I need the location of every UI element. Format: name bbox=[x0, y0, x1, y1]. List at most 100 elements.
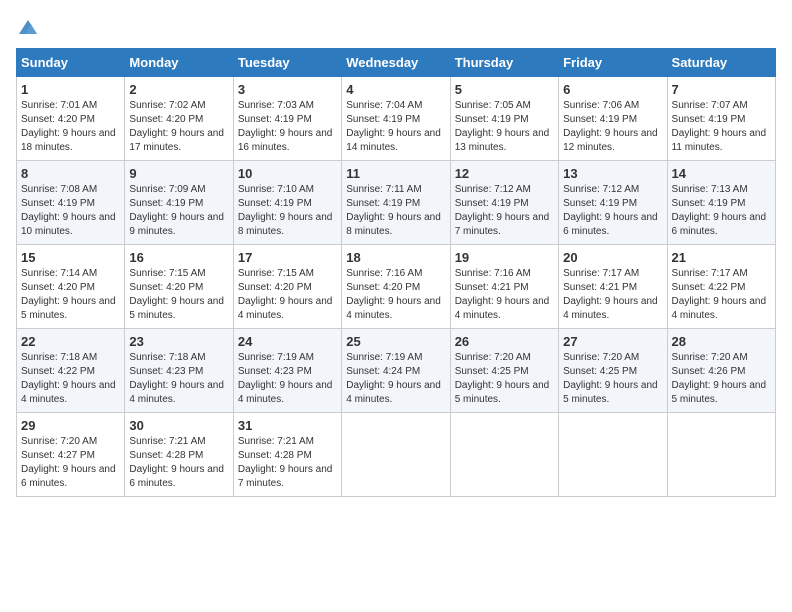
sunset-label: Sunset: 4:27 PM bbox=[21, 450, 95, 461]
sunset-label: Sunset: 4:24 PM bbox=[346, 366, 420, 377]
calendar-day-29: 29 Sunrise: 7:20 AM Sunset: 4:27 PM Dayl… bbox=[17, 413, 125, 497]
day-info: Sunrise: 7:11 AM Sunset: 4:19 PM Dayligh… bbox=[346, 183, 445, 239]
sunrise-label: Sunrise: 7:16 AM bbox=[346, 268, 422, 279]
weekday-header-sunday: Sunday bbox=[17, 49, 125, 77]
sunset-label: Sunset: 4:19 PM bbox=[563, 114, 637, 125]
daylight-label: Daylight: 9 hours and 5 minutes. bbox=[129, 296, 224, 321]
sunrise-label: Sunrise: 7:15 AM bbox=[129, 268, 205, 279]
calendar-day-9: 9 Sunrise: 7:09 AM Sunset: 4:19 PM Dayli… bbox=[125, 161, 233, 245]
page-header bbox=[16, 16, 776, 38]
daylight-label: Daylight: 9 hours and 4 minutes. bbox=[238, 380, 333, 405]
daylight-label: Daylight: 9 hours and 4 minutes. bbox=[455, 296, 550, 321]
sunset-label: Sunset: 4:19 PM bbox=[672, 114, 746, 125]
day-info: Sunrise: 7:15 AM Sunset: 4:20 PM Dayligh… bbox=[238, 267, 337, 323]
daylight-label: Daylight: 9 hours and 17 minutes. bbox=[129, 128, 224, 153]
day-info: Sunrise: 7:20 AM Sunset: 4:27 PM Dayligh… bbox=[21, 435, 120, 491]
weekday-header-monday: Monday bbox=[125, 49, 233, 77]
calendar-day-6: 6 Sunrise: 7:06 AM Sunset: 4:19 PM Dayli… bbox=[559, 77, 667, 161]
daylight-label: Daylight: 9 hours and 14 minutes. bbox=[346, 128, 441, 153]
sunrise-label: Sunrise: 7:07 AM bbox=[672, 100, 748, 111]
sunset-label: Sunset: 4:23 PM bbox=[238, 366, 312, 377]
sunset-label: Sunset: 4:19 PM bbox=[238, 198, 312, 209]
day-number: 25 bbox=[346, 334, 445, 349]
weekday-header-wednesday: Wednesday bbox=[342, 49, 450, 77]
daylight-label: Daylight: 9 hours and 7 minutes. bbox=[238, 464, 333, 489]
weekday-header-row: SundayMondayTuesdayWednesdayThursdayFrid… bbox=[17, 49, 776, 77]
day-info: Sunrise: 7:18 AM Sunset: 4:23 PM Dayligh… bbox=[129, 351, 228, 407]
sunset-label: Sunset: 4:19 PM bbox=[672, 198, 746, 209]
day-info: Sunrise: 7:02 AM Sunset: 4:20 PM Dayligh… bbox=[129, 99, 228, 155]
day-info: Sunrise: 7:18 AM Sunset: 4:22 PM Dayligh… bbox=[21, 351, 120, 407]
day-info: Sunrise: 7:20 AM Sunset: 4:26 PM Dayligh… bbox=[672, 351, 771, 407]
calendar-week-2: 8 Sunrise: 7:08 AM Sunset: 4:19 PM Dayli… bbox=[17, 161, 776, 245]
daylight-label: Daylight: 9 hours and 4 minutes. bbox=[238, 296, 333, 321]
sunset-label: Sunset: 4:22 PM bbox=[21, 366, 95, 377]
sunrise-label: Sunrise: 7:12 AM bbox=[563, 184, 639, 195]
sunrise-label: Sunrise: 7:04 AM bbox=[346, 100, 422, 111]
sunrise-label: Sunrise: 7:13 AM bbox=[672, 184, 748, 195]
calendar-day-23: 23 Sunrise: 7:18 AM Sunset: 4:23 PM Dayl… bbox=[125, 329, 233, 413]
sunrise-label: Sunrise: 7:05 AM bbox=[455, 100, 531, 111]
calendar-day-4: 4 Sunrise: 7:04 AM Sunset: 4:19 PM Dayli… bbox=[342, 77, 450, 161]
calendar-week-1: 1 Sunrise: 7:01 AM Sunset: 4:20 PM Dayli… bbox=[17, 77, 776, 161]
day-info: Sunrise: 7:21 AM Sunset: 4:28 PM Dayligh… bbox=[129, 435, 228, 491]
sunrise-label: Sunrise: 7:14 AM bbox=[21, 268, 97, 279]
empty-cell bbox=[450, 413, 558, 497]
calendar-day-12: 12 Sunrise: 7:12 AM Sunset: 4:19 PM Dayl… bbox=[450, 161, 558, 245]
calendar-day-15: 15 Sunrise: 7:14 AM Sunset: 4:20 PM Dayl… bbox=[17, 245, 125, 329]
daylight-label: Daylight: 9 hours and 4 minutes. bbox=[129, 380, 224, 405]
day-number: 2 bbox=[129, 82, 228, 97]
sunset-label: Sunset: 4:19 PM bbox=[129, 198, 203, 209]
day-number: 14 bbox=[672, 166, 771, 181]
sunset-label: Sunset: 4:20 PM bbox=[21, 114, 95, 125]
daylight-label: Daylight: 9 hours and 4 minutes. bbox=[563, 296, 658, 321]
sunrise-label: Sunrise: 7:10 AM bbox=[238, 184, 314, 195]
daylight-label: Daylight: 9 hours and 4 minutes. bbox=[346, 296, 441, 321]
sunset-label: Sunset: 4:20 PM bbox=[346, 282, 420, 293]
day-number: 7 bbox=[672, 82, 771, 97]
sunrise-label: Sunrise: 7:19 AM bbox=[346, 352, 422, 363]
daylight-label: Daylight: 9 hours and 8 minutes. bbox=[238, 212, 333, 237]
calendar-day-30: 30 Sunrise: 7:21 AM Sunset: 4:28 PM Dayl… bbox=[125, 413, 233, 497]
calendar-day-3: 3 Sunrise: 7:03 AM Sunset: 4:19 PM Dayli… bbox=[233, 77, 341, 161]
daylight-label: Daylight: 9 hours and 8 minutes. bbox=[346, 212, 441, 237]
sunset-label: Sunset: 4:28 PM bbox=[238, 450, 312, 461]
sunrise-label: Sunrise: 7:08 AM bbox=[21, 184, 97, 195]
day-info: Sunrise: 7:13 AM Sunset: 4:19 PM Dayligh… bbox=[672, 183, 771, 239]
sunrise-label: Sunrise: 7:18 AM bbox=[129, 352, 205, 363]
day-number: 10 bbox=[238, 166, 337, 181]
day-number: 4 bbox=[346, 82, 445, 97]
daylight-label: Daylight: 9 hours and 11 minutes. bbox=[672, 128, 767, 153]
day-number: 19 bbox=[455, 250, 554, 265]
sunrise-label: Sunrise: 7:06 AM bbox=[563, 100, 639, 111]
calendar-day-27: 27 Sunrise: 7:20 AM Sunset: 4:25 PM Dayl… bbox=[559, 329, 667, 413]
sunset-label: Sunset: 4:19 PM bbox=[238, 114, 312, 125]
calendar-day-13: 13 Sunrise: 7:12 AM Sunset: 4:19 PM Dayl… bbox=[559, 161, 667, 245]
day-number: 22 bbox=[21, 334, 120, 349]
calendar-table: SundayMondayTuesdayWednesdayThursdayFrid… bbox=[16, 48, 776, 497]
calendar-day-22: 22 Sunrise: 7:18 AM Sunset: 4:22 PM Dayl… bbox=[17, 329, 125, 413]
sunrise-label: Sunrise: 7:01 AM bbox=[21, 100, 97, 111]
daylight-label: Daylight: 9 hours and 9 minutes. bbox=[129, 212, 224, 237]
day-number: 11 bbox=[346, 166, 445, 181]
calendar-day-19: 19 Sunrise: 7:16 AM Sunset: 4:21 PM Dayl… bbox=[450, 245, 558, 329]
day-number: 29 bbox=[21, 418, 120, 433]
calendar-day-25: 25 Sunrise: 7:19 AM Sunset: 4:24 PM Dayl… bbox=[342, 329, 450, 413]
day-info: Sunrise: 7:17 AM Sunset: 4:22 PM Dayligh… bbox=[672, 267, 771, 323]
sunset-label: Sunset: 4:20 PM bbox=[129, 282, 203, 293]
day-number: 23 bbox=[129, 334, 228, 349]
sunrise-label: Sunrise: 7:02 AM bbox=[129, 100, 205, 111]
calendar-day-21: 21 Sunrise: 7:17 AM Sunset: 4:22 PM Dayl… bbox=[667, 245, 775, 329]
daylight-label: Daylight: 9 hours and 5 minutes. bbox=[455, 380, 550, 405]
calendar-week-3: 15 Sunrise: 7:14 AM Sunset: 4:20 PM Dayl… bbox=[17, 245, 776, 329]
daylight-label: Daylight: 9 hours and 4 minutes. bbox=[672, 296, 767, 321]
sunset-label: Sunset: 4:26 PM bbox=[672, 366, 746, 377]
sunset-label: Sunset: 4:19 PM bbox=[346, 114, 420, 125]
day-number: 3 bbox=[238, 82, 337, 97]
empty-cell bbox=[559, 413, 667, 497]
day-info: Sunrise: 7:20 AM Sunset: 4:25 PM Dayligh… bbox=[563, 351, 662, 407]
calendar-day-5: 5 Sunrise: 7:05 AM Sunset: 4:19 PM Dayli… bbox=[450, 77, 558, 161]
day-info: Sunrise: 7:07 AM Sunset: 4:19 PM Dayligh… bbox=[672, 99, 771, 155]
calendar-day-8: 8 Sunrise: 7:08 AM Sunset: 4:19 PM Dayli… bbox=[17, 161, 125, 245]
weekday-header-saturday: Saturday bbox=[667, 49, 775, 77]
